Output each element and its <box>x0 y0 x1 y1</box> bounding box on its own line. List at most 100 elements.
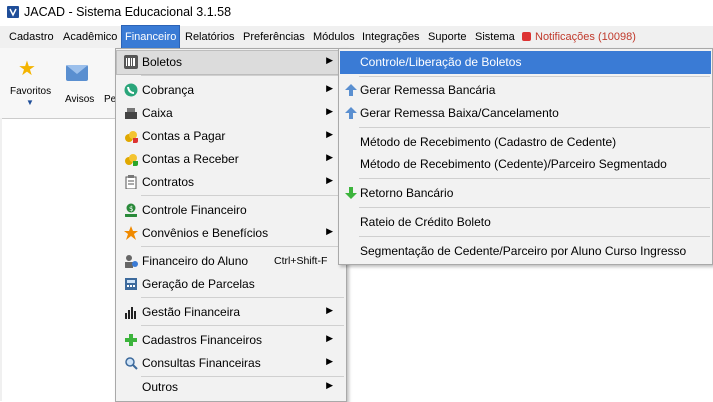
menu-item-contratos[interactable]: Contratos ▶ <box>117 171 345 194</box>
arrow-up-icon <box>345 84 357 96</box>
gerar-remessa-baixa-label: Gerar Remessa Baixa/Cancelamento <box>360 106 559 120</box>
gerar-remessa-bancaria-label: Gerar Remessa Bancária <box>360 83 496 97</box>
segmentacao-cedente-label: Segmentação de Cedente/Parceiro por Alun… <box>360 244 687 258</box>
gestao-financeira-label: Gestão Financeira <box>142 305 241 319</box>
menu-item-controle-financeiro[interactable]: $ Controle Financeiro <box>117 199 345 222</box>
shortcut-label: Ctrl+Shift-F <box>274 255 328 267</box>
caixa-label: Caixa <box>142 106 173 120</box>
menu-item-gestao-financeira[interactable]: Gestão Financeira ▶ <box>117 301 345 324</box>
separator <box>141 195 344 196</box>
clipboard-icon <box>125 175 137 189</box>
phone-icon <box>124 83 138 97</box>
menu-item-consultas-financeiras[interactable]: Consultas Financeiras ▶ <box>117 352 345 375</box>
bar-chart-icon <box>125 307 136 319</box>
menu-academico[interactable]: Acadêmico <box>63 26 117 48</box>
menu-item-contas-a-pagar[interactable]: Contas a Pagar ▶ <box>117 125 345 148</box>
boletos-label: Boletos <box>142 55 183 69</box>
boletos-submenu: Controle/Liberação de Boletos Gerar Reme… <box>338 48 713 265</box>
consultas-financeiras-label: Consultas Financeiras <box>142 356 261 370</box>
outros-label: Outros <box>142 380 179 394</box>
coins-receive-icon <box>125 154 138 166</box>
avisos-label: Avisos <box>65 94 95 105</box>
convenios-label: Convênios e Benefícios <box>142 226 269 240</box>
submenu-arrow-icon: ▶ <box>326 152 333 162</box>
star-icon: ★ <box>18 58 36 80</box>
retorno-bancario-label: Retorno Bancário <box>360 186 454 200</box>
arrow-down-icon <box>345 187 357 199</box>
menu-item-gerar-remessa-baixa[interactable]: Gerar Remessa Baixa/Cancelamento <box>340 102 711 125</box>
financeiro-do-aluno-label: Financeiro do Aluno <box>142 254 249 268</box>
title-bar: JACAD - Sistema Educacional 3.1.58 <box>0 0 713 26</box>
contratos-label: Contratos <box>142 175 195 189</box>
menu-item-cobranca[interactable]: Cobrança ▶ <box>117 79 345 102</box>
menu-item-outros[interactable]: Outros ▶ <box>117 376 345 399</box>
menu-item-contas-a-receber[interactable]: Contas a Receber ▶ <box>117 148 345 171</box>
menu-financeiro[interactable]: Financeiro <box>120 25 181 49</box>
menu-suporte[interactable]: Suporte <box>428 26 467 48</box>
student-icon <box>125 255 138 268</box>
avisos-button[interactable]: Avisos <box>60 48 100 118</box>
submenu-arrow-icon: ▶ <box>326 333 333 343</box>
bell-icon <box>522 32 531 41</box>
menu-integracoes[interactable]: Integrações <box>362 26 419 48</box>
window-title: JACAD - Sistema Educacional 3.1.58 <box>24 5 232 19</box>
favoritos-button[interactable]: ★ Favoritos ▼ <box>0 48 60 118</box>
dropdown-arrow-icon: ▼ <box>26 98 34 107</box>
cobranca-label: Cobrança <box>142 83 195 97</box>
menu-item-gerar-remessa-bancaria[interactable]: Gerar Remessa Bancária <box>340 79 711 102</box>
submenu-arrow-icon: ▶ <box>326 380 333 390</box>
menu-item-boletos[interactable]: Boletos ▶ <box>116 50 346 75</box>
coins-pay-icon <box>125 131 138 143</box>
submenu-arrow-icon: ▶ <box>326 356 333 366</box>
separator <box>141 325 344 326</box>
menu-item-convenios[interactable]: Convênios e Benefícios ▶ <box>117 222 345 245</box>
submenu-arrow-icon: ▶ <box>326 106 333 116</box>
menu-relatorios[interactable]: Relatórios <box>185 26 235 48</box>
submenu-arrow-icon: ▶ <box>326 129 333 139</box>
controle-financeiro-label: Controle Financeiro <box>142 203 247 217</box>
separator <box>359 178 710 179</box>
menu-item-financeiro-do-aluno[interactable]: Financeiro do Aluno Ctrl+Shift-F <box>117 250 345 273</box>
menu-item-retorno-bancario[interactable]: Retorno Bancário <box>340 182 711 205</box>
plus-icon <box>125 334 137 346</box>
menu-preferencias[interactable]: Preferências <box>243 26 305 48</box>
contas-a-receber-label: Contas a Receber <box>142 152 239 166</box>
envelope-icon <box>66 65 88 81</box>
separator <box>359 76 710 77</box>
controle-liberacao-label: Controle/Liberação de Boletos <box>360 55 522 69</box>
contas-a-pagar-label: Contas a Pagar <box>142 129 226 143</box>
submenu-arrow-icon: ▶ <box>326 83 333 93</box>
menu-item-segmentacao-cedente[interactable]: Segmentação de Cedente/Parceiro por Alun… <box>340 240 711 263</box>
window-edge <box>0 118 2 401</box>
app-icon <box>7 6 19 18</box>
cash-register-icon <box>125 108 137 119</box>
separator <box>141 297 344 298</box>
menu-modulos[interactable]: Módulos <box>313 26 355 48</box>
menu-item-metodo-cedente-parceiro[interactable]: Método de Recebimento (Cedente)/Parceiro… <box>340 153 711 176</box>
submenu-arrow-icon: ▶ <box>326 55 333 65</box>
submenu-arrow-icon: ▶ <box>326 175 333 185</box>
menu-item-cadastros-financeiros[interactable]: Cadastros Financeiros ▶ <box>117 329 345 352</box>
metodo-cedente-parceiro-label: Método de Recebimento (Cedente)/Parceiro… <box>360 157 667 171</box>
truncated-toolbar-button[interactable]: Pe <box>100 48 116 118</box>
menu-bar: Cadastro Acadêmico Financeiro Relatórios… <box>0 25 713 49</box>
menu-item-caixa[interactable]: Caixa ▶ <box>117 102 345 125</box>
arrow-up-icon <box>345 107 357 119</box>
menu-item-geracao-de-parcelas[interactable]: Geração de Parcelas <box>117 273 345 296</box>
cadastros-financeiros-label: Cadastros Financeiros <box>142 333 263 347</box>
separator <box>141 246 344 247</box>
financeiro-menu: Boletos ▶ Cobrança ▶ Caixa ▶ Contas a Pa… <box>115 48 347 402</box>
menu-item-rateio-credito[interactable]: Rateio de Crédito Boleto <box>340 211 711 234</box>
svg-text:$: $ <box>129 205 133 213</box>
menu-item-metodo-cadastro-cedente[interactable]: Método de Recebimento (Cadastro de Ceden… <box>340 131 711 154</box>
separator <box>359 236 710 237</box>
separator <box>141 75 344 76</box>
money-hand-icon: $ <box>125 203 137 217</box>
menu-sistema[interactable]: Sistema <box>475 26 515 48</box>
notifications-link[interactable]: Notificações (10098) <box>522 26 636 48</box>
favoritos-label: Favoritos <box>10 86 52 97</box>
menu-cadastro[interactable]: Cadastro <box>9 26 54 48</box>
metodo-cadastro-cedente-label: Método de Recebimento (Cadastro de Ceden… <box>360 135 617 149</box>
menu-item-controle-liberacao-boletos[interactable]: Controle/Liberação de Boletos <box>340 51 711 74</box>
rateio-credito-label: Rateio de Crédito Boleto <box>360 215 491 229</box>
